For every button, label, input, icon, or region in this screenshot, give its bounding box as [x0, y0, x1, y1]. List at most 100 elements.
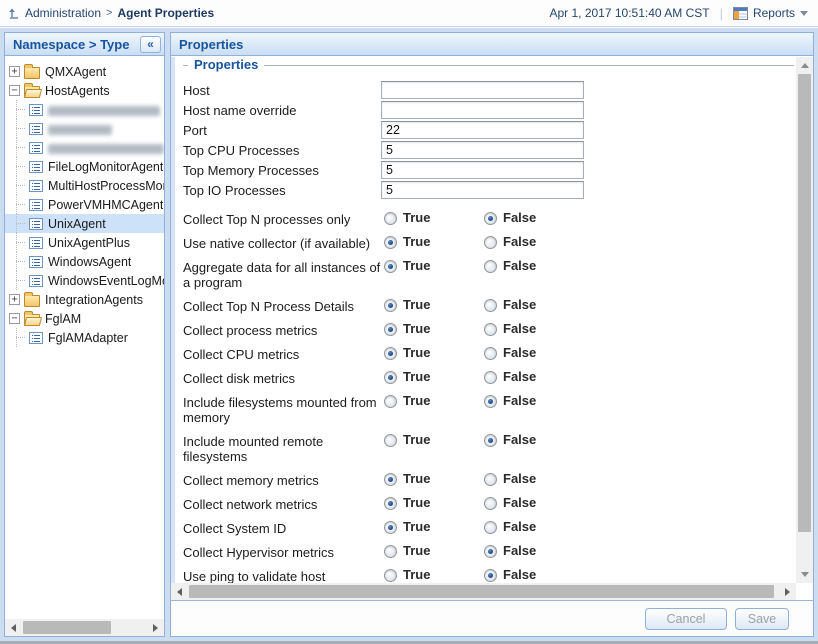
radio-option-false[interactable]: False	[484, 394, 536, 408]
expand-icon[interactable]: +	[9, 66, 20, 77]
tree-item-redacted-4[interactable]	[5, 138, 164, 157]
radio-checked-icon[interactable]	[484, 544, 497, 558]
tree-item-integrationagents[interactable]: + IntegrationAgents	[5, 290, 164, 309]
horizontal-scrollbar[interactable]	[171, 583, 796, 600]
radio-checked-icon[interactable]	[484, 433, 497, 447]
radio-checked-icon[interactable]	[384, 298, 397, 312]
radio-option-false[interactable]: False	[484, 346, 536, 360]
radio-checked-icon[interactable]	[484, 568, 497, 582]
scrollbar-thumb[interactable]	[798, 74, 811, 532]
radio-option-false[interactable]: False	[484, 568, 536, 582]
tree-item-fglamadapter[interactable]: FglAMAdapter	[5, 328, 164, 347]
field-input-top-cpu-processes[interactable]	[381, 141, 584, 159]
collapse-icon[interactable]: −	[9, 313, 20, 324]
tree-item-hostagents[interactable]: − HostAgents	[5, 81, 164, 100]
radio-unchecked-icon[interactable]	[384, 568, 397, 582]
tree-item-filelogmonitoragent[interactable]: FileLogMonitorAgent	[5, 157, 164, 176]
tree-item-unixagent[interactable]: UnixAgent	[5, 214, 164, 233]
radio-option-true[interactable]: True	[384, 472, 484, 486]
expand-icon[interactable]: +	[9, 294, 20, 305]
radio-checked-icon[interactable]	[384, 496, 397, 510]
radio-checked-icon[interactable]	[384, 370, 397, 384]
radio-option-false[interactable]: False	[484, 544, 536, 558]
tree-item-fglam[interactable]: − FglAM	[5, 309, 164, 328]
radio-unchecked-icon[interactable]	[484, 235, 497, 249]
scroll-up-button[interactable]	[796, 57, 813, 74]
radio-option-false[interactable]: False	[484, 259, 536, 273]
field-input-host[interactable]	[381, 81, 584, 99]
radio-option-true[interactable]: True	[384, 298, 484, 312]
vertical-scrollbar[interactable]	[796, 57, 813, 583]
tree-item-redacted-3[interactable]	[5, 119, 164, 138]
radio-checked-icon[interactable]	[384, 235, 397, 249]
radio-unchecked-icon[interactable]	[484, 472, 497, 486]
tree-item-windowseventlogmon[interactable]: WindowsEventLogMon	[5, 271, 164, 290]
radio-option-false[interactable]: False	[484, 298, 536, 312]
collapse-sidebar-button[interactable]: «	[140, 35, 161, 53]
radio-option-false[interactable]: False	[484, 322, 536, 336]
scrollbar-thumb[interactable]	[23, 621, 111, 634]
field-input-port[interactable]	[381, 121, 584, 139]
breadcrumb-root[interactable]: Administration	[25, 6, 101, 20]
radio-option-true[interactable]: True	[384, 259, 484, 273]
scroll-right-button[interactable]	[779, 583, 796, 600]
radio-unchecked-icon[interactable]	[484, 346, 497, 360]
scroll-down-button[interactable]	[796, 566, 813, 583]
radio-option-true[interactable]: True	[384, 433, 484, 447]
radio-option-true[interactable]: True	[384, 346, 484, 360]
radio-unchecked-icon[interactable]	[384, 211, 397, 225]
radio-option-false[interactable]: False	[484, 211, 536, 225]
radio-option-true[interactable]: True	[384, 496, 484, 510]
radio-checked-icon[interactable]	[484, 211, 497, 225]
radio-checked-icon[interactable]	[384, 520, 397, 534]
radio-option-true[interactable]: True	[384, 211, 484, 225]
collapse-icon[interactable]: −	[9, 85, 20, 96]
radio-option-false[interactable]: False	[484, 235, 536, 249]
tree-item-unixagentplus[interactable]: UnixAgentPlus	[5, 233, 164, 252]
sidebar-horizontal-scrollbar[interactable]	[5, 619, 164, 636]
radio-checked-icon[interactable]	[384, 346, 397, 360]
cancel-button[interactable]: Cancel	[645, 608, 727, 630]
radio-checked-icon[interactable]	[484, 394, 497, 408]
tree-item-windowsagent[interactable]: WindowsAgent	[5, 252, 164, 271]
radio-unchecked-icon[interactable]	[384, 544, 397, 558]
radio-option-false[interactable]: False	[484, 370, 536, 384]
radio-option-true[interactable]: True	[384, 520, 484, 534]
radio-checked-icon[interactable]	[384, 322, 397, 336]
tree-item-label: UnixAgentPlus	[48, 235, 130, 250]
reports-menu[interactable]: Reports	[732, 6, 808, 20]
tree-item-redacted-2[interactable]	[5, 100, 164, 119]
radio-option-false[interactable]: False	[484, 472, 536, 486]
radio-option-false[interactable]: False	[484, 433, 536, 447]
save-button[interactable]: Save	[735, 608, 789, 630]
tree-item-qmxagent[interactable]: + QMXAgent	[5, 62, 164, 81]
scrollbar-thumb[interactable]	[189, 585, 774, 598]
radio-unchecked-icon[interactable]	[484, 298, 497, 312]
radio-option-true[interactable]: True	[384, 568, 484, 582]
field-input-host-name-override[interactable]	[381, 101, 584, 119]
radio-unchecked-icon[interactable]	[384, 394, 397, 408]
scroll-left-button[interactable]	[171, 583, 188, 600]
radio-unchecked-icon[interactable]	[484, 496, 497, 510]
radio-option-true[interactable]: True	[384, 235, 484, 249]
radio-checked-icon[interactable]	[384, 472, 397, 486]
scroll-left-button[interactable]	[5, 619, 22, 636]
radio-checked-icon[interactable]	[384, 259, 397, 273]
radio-unchecked-icon[interactable]	[384, 433, 397, 447]
radio-option-true[interactable]: True	[384, 370, 484, 384]
field-input-top-io-processes[interactable]	[381, 181, 584, 199]
radio-option-true[interactable]: True	[384, 544, 484, 558]
tree-item-powervmhmcagent[interactable]: PowerVMHMCAgent	[5, 195, 164, 214]
radio-option-true[interactable]: True	[384, 322, 484, 336]
radio-option-false[interactable]: False	[484, 496, 536, 510]
up-level-icon[interactable]	[8, 7, 20, 19]
radio-unchecked-icon[interactable]	[484, 370, 497, 384]
radio-unchecked-icon[interactable]	[484, 259, 497, 273]
scroll-right-button[interactable]	[147, 619, 164, 636]
radio-option-false[interactable]: False	[484, 520, 536, 534]
radio-unchecked-icon[interactable]	[484, 520, 497, 534]
field-input-top-memory-processes[interactable]	[381, 161, 584, 179]
radio-option-true[interactable]: True	[384, 394, 484, 408]
radio-unchecked-icon[interactable]	[484, 322, 497, 336]
tree-item-multihostprocessmoni[interactable]: MultiHostProcessMoni	[5, 176, 164, 195]
